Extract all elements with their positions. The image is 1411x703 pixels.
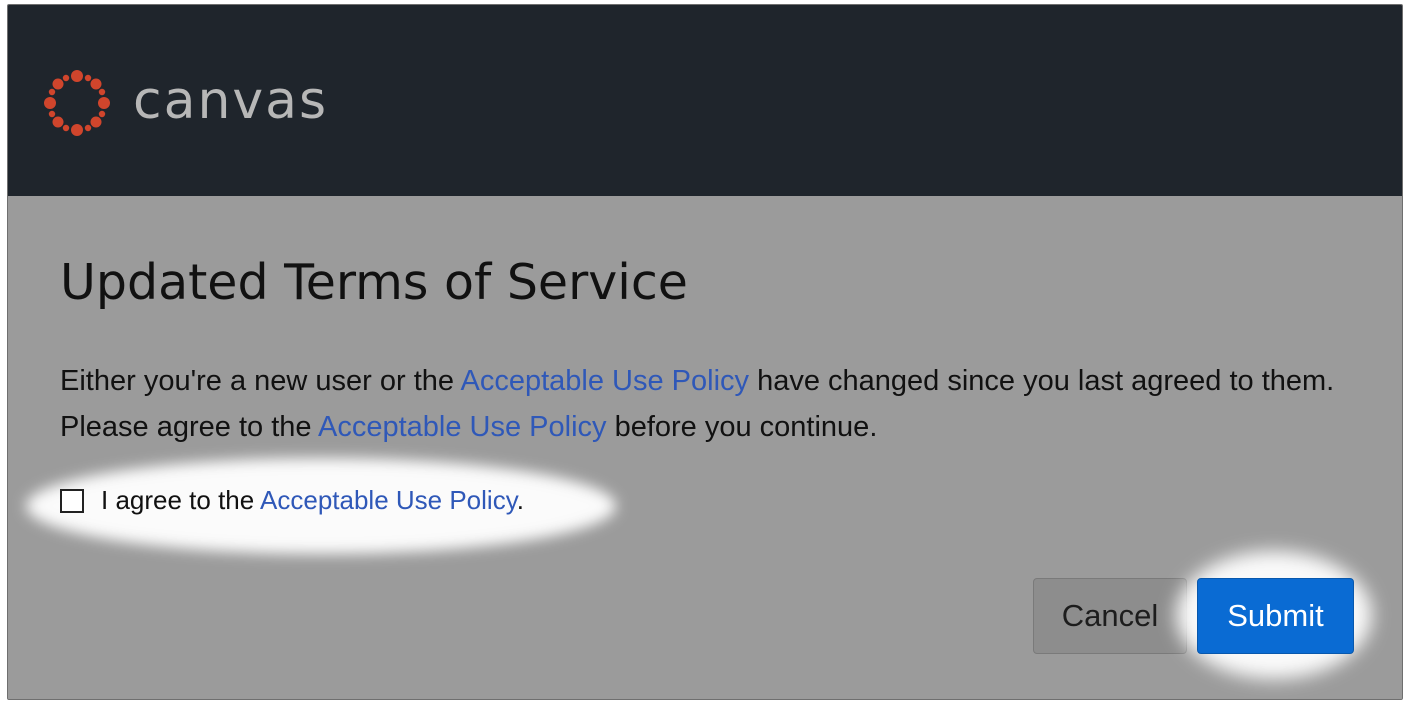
- terms-dialog: Updated Terms of Service Either you're a…: [8, 196, 1402, 699]
- canvas-logo-icon: [44, 70, 110, 136]
- message-text-part-1: Either you're a new user or the: [60, 365, 461, 397]
- agreement-policy-link[interactable]: Acceptable Use Policy: [260, 485, 517, 515]
- agreement-prefix: I agree to the: [101, 485, 261, 515]
- acceptable-use-policy-link-secondary[interactable]: Acceptable Use Policy: [318, 411, 607, 443]
- agreement-row: I agree to the Acceptable Use Policy.: [60, 485, 524, 516]
- top-header: canvas: [8, 5, 1402, 196]
- cancel-button[interactable]: Cancel: [1033, 578, 1187, 654]
- terms-of-service-screen: canvas Updated Terms of Service Either y…: [7, 4, 1403, 700]
- message-text-part-3: before you continue.: [606, 411, 878, 443]
- terms-message: Either you're a new user or the Acceptab…: [60, 358, 1365, 450]
- agreement-label: I agree to the Acceptable Use Policy.: [101, 485, 524, 516]
- agreement-checkbox[interactable]: [60, 488, 84, 513]
- brand-name: canvas: [133, 71, 329, 131]
- page-title: Updated Terms of Service: [60, 254, 688, 311]
- acceptable-use-policy-link[interactable]: Acceptable Use Policy: [460, 365, 749, 397]
- agreement-suffix: .: [516, 485, 524, 515]
- submit-button[interactable]: Submit: [1197, 578, 1354, 654]
